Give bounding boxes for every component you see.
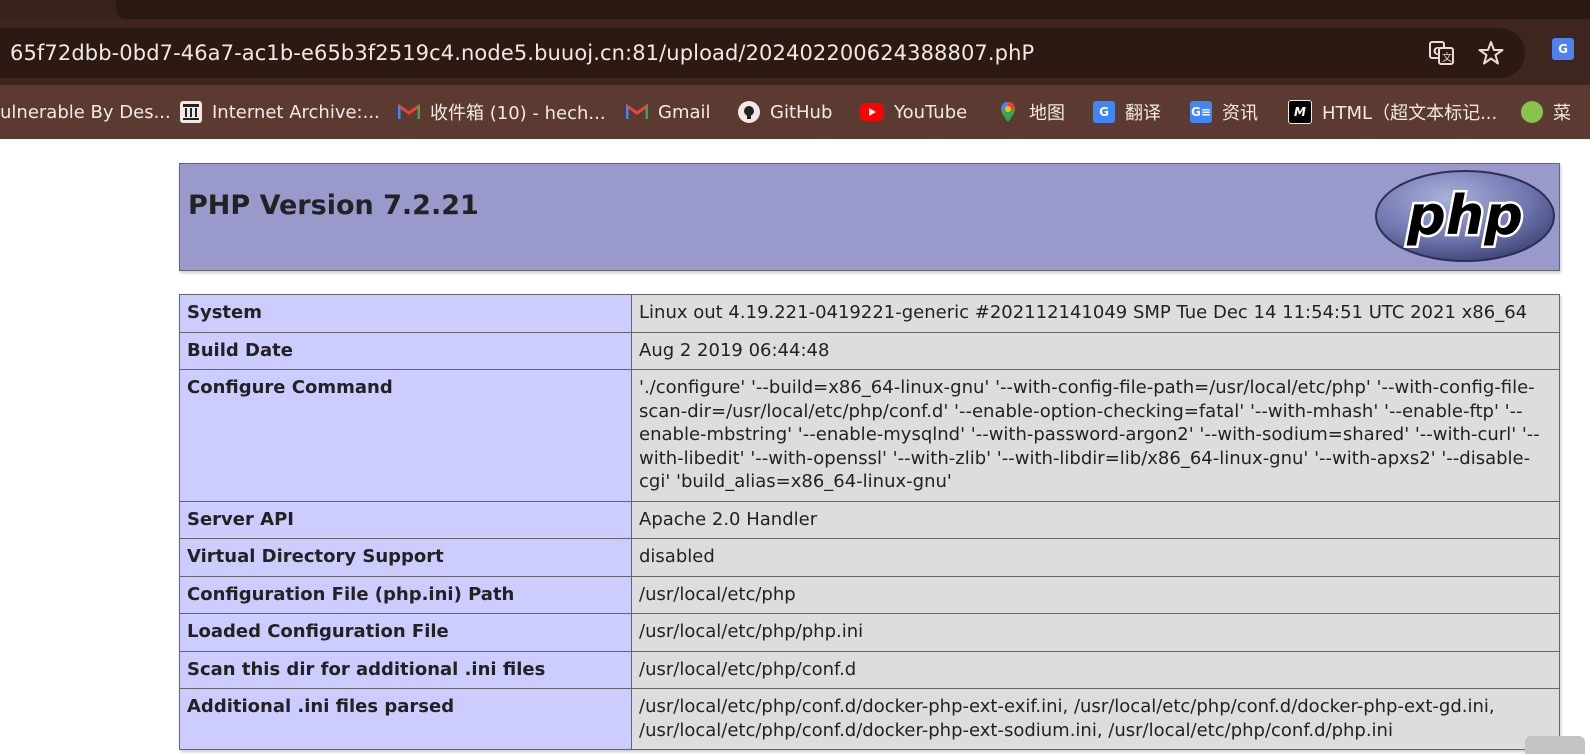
bookmark-youtube[interactable]: YouTube — [860, 85, 967, 139]
news-icon: G≡ — [1190, 101, 1212, 123]
row-value: /usr/local/etc/php — [631, 575, 1560, 614]
row-value: /usr/local/etc/php/conf.d/docker-php-ext… — [631, 688, 1560, 750]
bookmark-inbox[interactable]: 收件箱 (10) - hech... — [398, 85, 606, 139]
php-logo: php php — [1375, 170, 1555, 262]
bookmark-gmail[interactable]: Gmail — [626, 85, 711, 139]
row-key: Scan this dir for additional .ini files — [179, 650, 632, 689]
bookmark-star-icon[interactable] — [1477, 40, 1505, 66]
bookmark-maps[interactable]: 地图 — [997, 85, 1065, 139]
row-key: Configuration File (php.ini) Path — [179, 575, 632, 614]
page-title: PHP Version 7.2.21 — [188, 190, 479, 221]
row-key: Loaded Configuration File — [179, 613, 632, 652]
bookmark-label: 翻译 — [1125, 103, 1161, 124]
info-table: System Linux out 4.19.221-0419221-generi… — [179, 294, 1560, 750]
row-value: /usr/local/etc/php/php.ini — [631, 613, 1560, 652]
table-row: System Linux out 4.19.221-0419221-generi… — [179, 294, 1560, 333]
row-key: Additional .ini files parsed — [179, 688, 632, 750]
url-text[interactable]: 65f72dbb-0bd7-46a7-ac1b-e65b3f2519c4.nod… — [10, 28, 1034, 78]
bookmark-github[interactable]: GitHub — [738, 85, 832, 139]
extension-icon[interactable]: G — [1552, 38, 1574, 60]
row-key: System — [179, 294, 632, 333]
gmail-icon — [626, 101, 648, 123]
bookmark-label: 菜 — [1553, 103, 1571, 124]
table-row: Configuration File (php.ini) Path /usr/l… — [179, 575, 1560, 614]
bookmark-html-mdn[interactable]: M HTML（超文本标记... — [1288, 85, 1497, 139]
bookmark-last[interactable]: 菜 — [1521, 85, 1571, 139]
bookmark-label: 资讯 — [1222, 103, 1258, 124]
bookmark-news[interactable]: G≡ 资讯 — [1190, 85, 1258, 139]
table-row: Loaded Configuration File /usr/local/etc… — [179, 613, 1560, 652]
table-row: Configure Command './configure' '--build… — [179, 369, 1560, 502]
bookmark-label: GitHub — [770, 101, 833, 123]
translate-icon[interactable]: G 文 — [1428, 40, 1456, 66]
bookmarks-bar: ulnerable By Des... Internet Archive:...… — [0, 85, 1590, 139]
github-icon — [738, 101, 760, 123]
omnibox[interactable]: 65f72dbb-0bd7-46a7-ac1b-e65b3f2519c4.nod… — [0, 28, 1525, 78]
bookmark-label: Gmail — [658, 101, 711, 123]
php-version-header: PHP Version 7.2.21 php php — [179, 163, 1560, 271]
php-logo-text: php — [1406, 184, 1523, 247]
row-value: './configure' '--build=x86_64-linux-gnu'… — [631, 369, 1560, 502]
address-bar-row: 65f72dbb-0bd7-46a7-ac1b-e65b3f2519c4.nod… — [0, 20, 1590, 85]
row-value: disabled — [631, 538, 1560, 577]
bookmark-vulnerable[interactable]: ulnerable By Des... — [0, 85, 171, 139]
youtube-icon — [860, 103, 884, 121]
table-row: Scan this dir for additional .ini files … — [179, 650, 1560, 689]
scrollbar-thumb[interactable] — [1525, 736, 1585, 754]
tab-strip-area[interactable] — [116, 0, 1590, 19]
archive-icon — [180, 101, 202, 123]
gmail-icon — [398, 101, 420, 123]
table-row: Build Date Aug 2 2019 06:44:48 — [179, 331, 1560, 370]
bookmark-label: 地图 — [1029, 103, 1065, 124]
svg-text:文: 文 — [1442, 51, 1452, 64]
bookmark-translate[interactable]: G 翻译 — [1093, 85, 1161, 139]
row-value: Aug 2 2019 06:44:48 — [631, 331, 1560, 370]
browser-tab-strip — [0, 0, 1590, 20]
maps-icon — [997, 101, 1019, 123]
translate-icon: G — [1093, 101, 1115, 123]
row-value: /usr/local/etc/php/conf.d — [631, 650, 1560, 689]
bookmark-internet-archive[interactable]: Internet Archive:... — [180, 85, 380, 139]
bookmark-label: ulnerable By Des... — [0, 101, 171, 123]
table-row: Server API Apache 2.0 Handler — [179, 500, 1560, 539]
row-key: Configure Command — [179, 369, 632, 502]
row-value: Apache 2.0 Handler — [631, 500, 1560, 539]
bookmark-label: Internet Archive:... — [212, 101, 380, 123]
row-key: Server API — [179, 500, 632, 539]
bookmark-label: HTML（超文本标记... — [1322, 103, 1498, 124]
table-row: Virtual Directory Support disabled — [179, 538, 1560, 577]
row-key: Build Date — [179, 331, 632, 370]
page-content: PHP Version 7.2.21 php php System Linux … — [0, 139, 1590, 754]
mdn-icon: M — [1288, 100, 1312, 124]
row-key: Virtual Directory Support — [179, 538, 632, 577]
app-icon — [1521, 101, 1543, 123]
bookmark-label: YouTube — [894, 101, 968, 123]
table-row: Additional .ini files parsed /usr/local/… — [179, 688, 1560, 750]
bookmark-label: 收件箱 (10) - hech... — [430, 103, 606, 124]
row-value: Linux out 4.19.221-0419221-generic #2021… — [631, 294, 1560, 333]
